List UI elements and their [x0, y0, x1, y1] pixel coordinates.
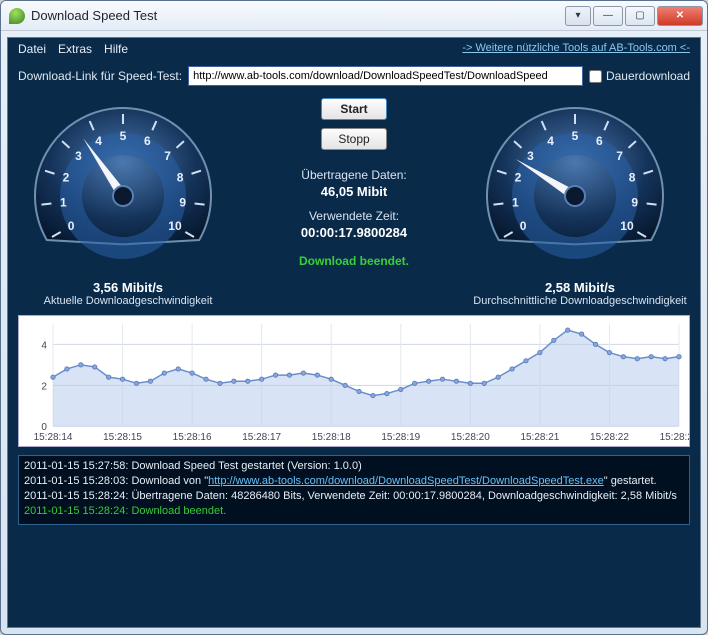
svg-text:2: 2	[41, 381, 47, 392]
content-area: Datei Extras Hilfe -> Weitere nützliche …	[7, 37, 701, 628]
app-icon	[9, 8, 25, 24]
svg-text:15:28:23: 15:28:23	[660, 432, 689, 443]
minimize-button[interactable]: —	[593, 6, 623, 26]
log-link[interactable]: http://www.ab-tools.com/download/Downloa…	[208, 475, 604, 487]
menubar: Datei Extras Hilfe -> Weitere nützliche …	[8, 38, 700, 60]
svg-text:3: 3	[527, 149, 534, 163]
data-label: Übertragene Daten:	[238, 168, 470, 182]
promo-link[interactable]: -> Weitere nützliche Tools auf AB-Tools.…	[462, 42, 690, 56]
main-row: 012345678910 3,56 Mibit/s Aktuelle Downl…	[8, 92, 700, 307]
start-button[interactable]: Start	[321, 98, 387, 120]
url-input[interactable]	[188, 66, 583, 86]
gauge-average-value: 2,58 Mibit/s	[470, 280, 690, 295]
time-value: 00:00:17.9800284	[238, 225, 470, 240]
app-window: Download Speed Test ▾ — ▢ ✕ Datei Extras…	[0, 0, 708, 635]
svg-text:15:28:18: 15:28:18	[312, 432, 351, 443]
svg-text:2: 2	[515, 170, 522, 184]
continuous-checkbox-label: Dauerdownload	[606, 69, 690, 83]
svg-text:5: 5	[572, 129, 579, 143]
help-button-icon[interactable]: ▾	[565, 6, 591, 26]
svg-text:8: 8	[629, 170, 636, 184]
svg-text:8: 8	[177, 170, 184, 184]
svg-text:15:28:14: 15:28:14	[34, 432, 73, 443]
stop-button[interactable]: Stopp	[321, 128, 387, 150]
url-row: Download-Link für Speed-Test: Dauerdownl…	[8, 60, 700, 92]
gauge-average-svg: 01 234 5 678 9 10	[470, 96, 680, 276]
svg-text:15:28:17: 15:28:17	[242, 432, 281, 443]
center-controls: Start Stopp Übertragene Daten: 46,05 Mib…	[238, 96, 470, 268]
svg-text:0: 0	[68, 219, 75, 233]
maximize-button[interactable]: ▢	[625, 6, 655, 26]
svg-text:4: 4	[547, 134, 554, 148]
svg-text:4: 4	[95, 134, 102, 148]
gauge-current-svg: 01 234 5 678 9 10	[18, 96, 228, 276]
speed-chart: 02415:28:1415:28:1515:28:1615:28:1715:28…	[18, 315, 690, 447]
svg-text:10: 10	[620, 219, 634, 233]
menu-hilfe[interactable]: Hilfe	[104, 42, 128, 56]
svg-text:6: 6	[596, 134, 603, 148]
menu-extras[interactable]: Extras	[58, 42, 92, 56]
gauge-average: 01 234 5 678 9 10 2,58 Mibit/s Durchschnittli…	[470, 96, 690, 307]
time-label: Verwendete Zeit:	[238, 209, 470, 223]
continuous-checkbox[interactable]: Dauerdownload	[589, 69, 690, 83]
gauge-current-value: 3,56 Mibit/s	[18, 280, 238, 295]
url-label: Download-Link für Speed-Test:	[18, 69, 182, 83]
titlebar[interactable]: Download Speed Test ▾ — ▢ ✕	[1, 1, 707, 31]
gauge-average-caption: Durchschnittliche Downloadgeschwindigkei…	[470, 295, 690, 307]
svg-text:9: 9	[179, 195, 186, 209]
log-line: 2011-01-15 15:28:03: Download von "http:…	[24, 474, 684, 489]
log-line: 2011-01-15 15:28:24: Übertragene Daten: …	[24, 489, 684, 504]
svg-text:0: 0	[520, 219, 527, 233]
log-panel: 2011-01-15 15:27:58: Download Speed Test…	[18, 455, 690, 525]
svg-text:9: 9	[631, 195, 638, 209]
svg-text:15:28:16: 15:28:16	[173, 432, 212, 443]
menu-datei[interactable]: Datei	[18, 42, 46, 56]
data-value: 46,05 Mibit	[238, 184, 470, 199]
svg-text:15:28:15: 15:28:15	[103, 432, 142, 443]
svg-text:15:28:22: 15:28:22	[590, 432, 629, 443]
svg-text:7: 7	[164, 149, 171, 163]
window-controls: ▾ — ▢ ✕	[563, 6, 703, 26]
svg-text:2: 2	[63, 170, 70, 184]
svg-text:6: 6	[144, 134, 151, 148]
gauge-current-caption: Aktuelle Downloadgeschwindigkeit	[18, 295, 238, 307]
window-title: Download Speed Test	[31, 8, 563, 23]
svg-text:5: 5	[120, 129, 127, 143]
close-button[interactable]: ✕	[657, 6, 703, 26]
svg-text:1: 1	[60, 195, 67, 209]
svg-text:7: 7	[616, 149, 623, 163]
svg-text:15:28:19: 15:28:19	[381, 432, 420, 443]
log-line: 2011-01-15 15:27:58: Download Speed Test…	[24, 459, 684, 474]
svg-text:15:28:21: 15:28:21	[520, 432, 559, 443]
svg-text:3: 3	[75, 149, 82, 163]
svg-text:10: 10	[168, 219, 182, 233]
status-message: Download beendet.	[238, 254, 470, 268]
svg-text:15:28:20: 15:28:20	[451, 432, 490, 443]
gauge-current: 01 234 5 678 9 10 3,56 Mibit/s Aktuelle Downl…	[18, 96, 238, 307]
speed-chart-svg: 02415:28:1415:28:1515:28:1615:28:1715:28…	[19, 316, 689, 446]
svg-text:1: 1	[512, 195, 519, 209]
svg-text:4: 4	[41, 340, 47, 351]
continuous-checkbox-input[interactable]	[589, 70, 602, 83]
log-line: 2011-01-15 15:28:24: Download beendet.	[24, 504, 684, 519]
